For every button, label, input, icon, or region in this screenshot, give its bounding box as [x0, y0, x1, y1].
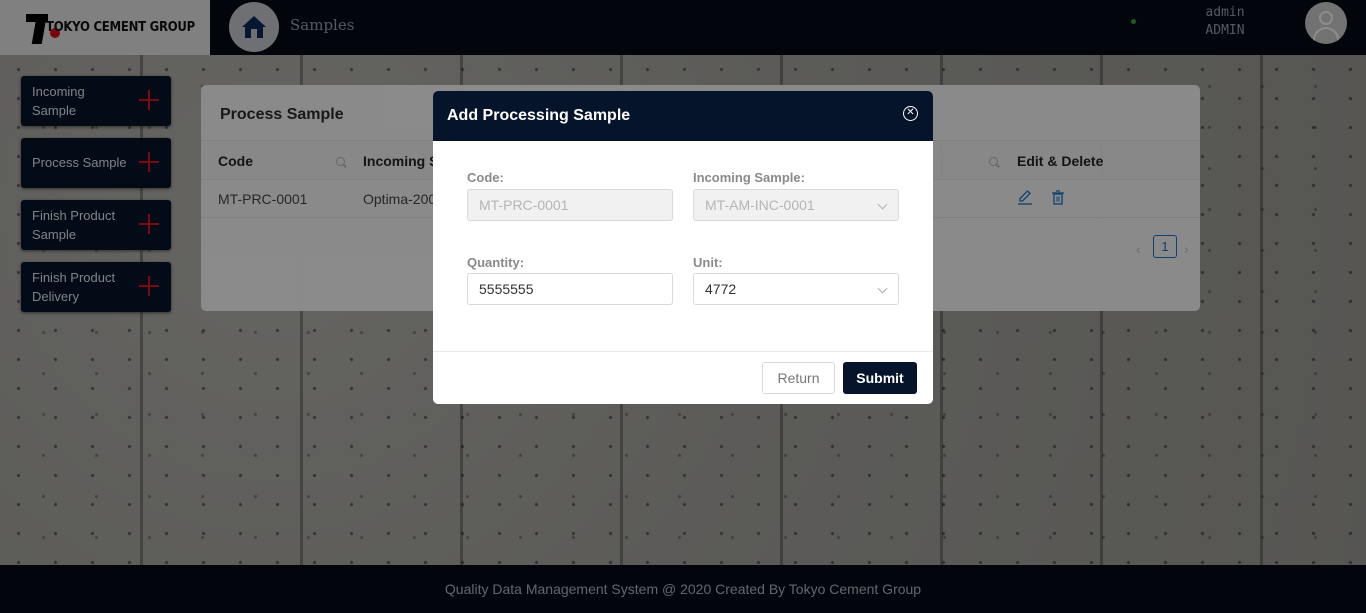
close-icon[interactable]: ✕	[903, 106, 918, 121]
chevron-down-icon	[877, 283, 888, 294]
submit-button[interactable]: Submit	[843, 362, 917, 394]
unit-label: Unit:	[693, 255, 723, 270]
incoming-sample-select: MT-AM-INC-0001	[693, 189, 899, 221]
modal-footer-divider	[433, 351, 933, 352]
incoming-sample-value: MT-AM-INC-0001	[705, 197, 815, 213]
incoming-sample-label: Incoming Sample:	[693, 170, 805, 185]
modal-header: Add Processing Sample ✕	[433, 91, 933, 141]
quantity-label: Quantity:	[467, 255, 525, 270]
return-button[interactable]: Return	[762, 362, 835, 394]
code-field: MT-PRC-0001	[467, 189, 673, 221]
unit-value: 4772	[705, 281, 737, 297]
unit-select[interactable]: 4772	[693, 273, 899, 305]
modal-title: Add Processing Sample	[447, 107, 631, 124]
add-processing-sample-modal: Add Processing Sample ✕ Code: MT-PRC-000…	[433, 91, 933, 404]
chevron-down-icon	[877, 199, 888, 210]
code-label: Code:	[467, 170, 504, 185]
quantity-field[interactable]: 5555555	[467, 273, 673, 305]
